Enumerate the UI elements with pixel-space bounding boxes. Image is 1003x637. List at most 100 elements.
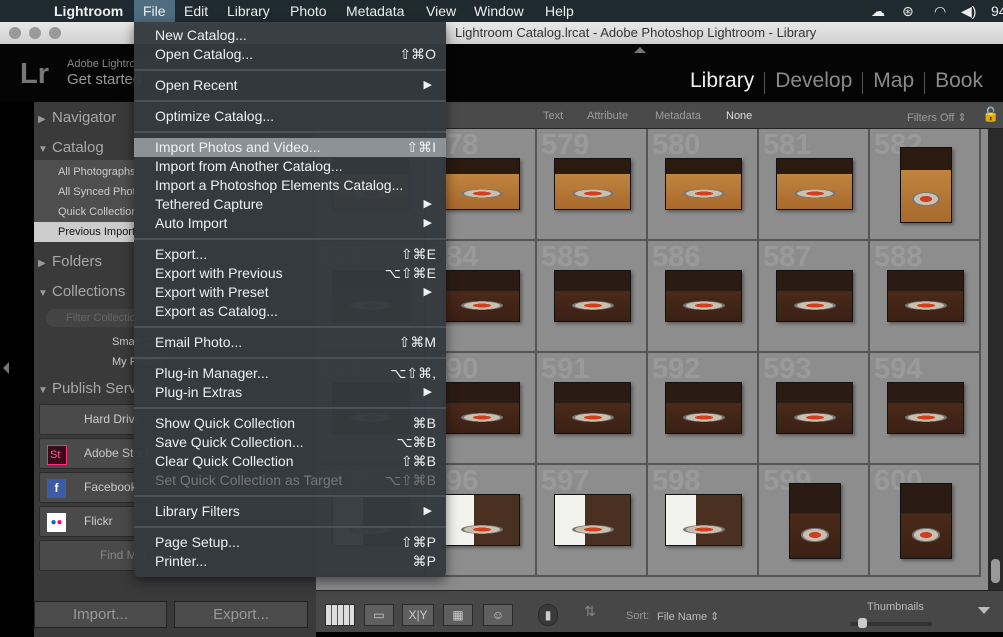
grid-cell[interactable]: 598 — [648, 465, 759, 577]
menu-item-export-with-preset[interactable]: Export with Preset ▶ — [134, 283, 446, 302]
filter-metadata[interactable]: Metadata — [655, 110, 701, 122]
minimize-window-button[interactable] — [29, 27, 41, 39]
photo-thumbnail[interactable] — [789, 483, 841, 559]
photo-thumbnail[interactable] — [443, 270, 520, 322]
publish-hard-drive[interactable]: Hard Drive — [39, 404, 149, 435]
photo-thumbnail[interactable] — [554, 270, 631, 322]
grid-cell[interactable]: 599 — [759, 465, 870, 577]
sort-dropdown[interactable]: File Name ⇕ — [657, 610, 719, 623]
menu-item-show-quick-collection[interactable]: Show Quick Collection ⌘B — [134, 414, 446, 433]
grid-cell[interactable]: 591 — [537, 353, 648, 465]
close-window-button[interactable] — [9, 27, 21, 39]
import-button[interactable]: Import... — [34, 601, 167, 628]
volume-icon[interactable]: ◀) — [952, 0, 985, 22]
filter-none[interactable]: None — [726, 110, 752, 122]
menu-item-email-photo[interactable]: Email Photo... ⇧⌘M — [134, 333, 446, 352]
photo-thumbnail[interactable] — [665, 158, 742, 210]
survey-view-icon[interactable]: ▦ — [443, 604, 473, 626]
find-more-services-button[interactable]: Find More — [39, 540, 149, 571]
photo-thumbnail[interactable] — [554, 494, 631, 546]
photo-thumbnail[interactable] — [443, 494, 520, 546]
grid-cell[interactable]: 597 — [537, 465, 648, 577]
catalog-item-all-synced[interactable]: All Synced Photographs — [34, 182, 134, 202]
grid-cell[interactable]: 587 — [759, 241, 870, 353]
painter-icon[interactable]: ▮ — [538, 604, 558, 626]
module-develop[interactable]: Develop — [765, 69, 862, 94]
sort-direction-icon[interactable]: ⇅ — [584, 603, 596, 620]
grid-view-icon[interactable] — [325, 604, 355, 626]
battery-percent[interactable]: 94 — [982, 0, 1003, 22]
photo-thumbnail[interactable] — [443, 158, 520, 210]
wifi-icon[interactable]: ◠ — [925, 0, 955, 22]
module-book[interactable]: Book — [925, 69, 993, 94]
lock-icon[interactable]: 🔓 — [982, 106, 999, 123]
menu-item-tethered-capture[interactable]: Tethered Capture ▶ — [134, 195, 446, 214]
apple-icon[interactable] — [12, 0, 30, 22]
menu-file[interactable]: File — [134, 0, 175, 22]
photo-thumbnail[interactable] — [900, 147, 952, 223]
catalog-item-previous-import[interactable]: Previous Import — [34, 222, 134, 242]
grid-cell[interactable]: 580 — [648, 129, 759, 241]
menu-item-export-as-catalog[interactable]: Export as Catalog... — [134, 302, 446, 321]
photo-thumbnail[interactable] — [776, 270, 853, 322]
photo-thumbnail[interactable] — [887, 382, 964, 434]
menu-item-export-with-previous[interactable]: Export with Previous ⌥⇧⌘E — [134, 264, 446, 283]
publish-flickr[interactable]: ●● Flickr — [39, 506, 149, 537]
export-button[interactable]: Export... — [174, 601, 308, 628]
grid-cell[interactable]: 600 — [870, 465, 981, 577]
menu-item-open-recent[interactable]: Open Recent ▶ — [134, 76, 446, 95]
photo-thumbnail[interactable] — [900, 483, 952, 559]
menu-edit[interactable]: Edit — [175, 0, 217, 22]
filter-collections-input[interactable]: Filter Collections — [46, 309, 146, 327]
menu-item-import-photos-and-video[interactable]: Import Photos and Video... ⇧⌘I — [134, 138, 446, 157]
filters-off-dropdown[interactable]: Filters Off ⇕ — [907, 111, 967, 124]
menu-item-printer[interactable]: Printer... ⌘P — [134, 552, 446, 571]
collapse-left-panel-icon[interactable] — [3, 362, 9, 374]
scrollbar-thumb[interactable] — [991, 559, 1000, 583]
menu-metadata[interactable]: Metadata — [337, 0, 413, 22]
publish-adobe-stock[interactable]: St Adobe Stock — [39, 438, 149, 469]
menu-item-plug-in-extras[interactable]: Plug-in Extras ▶ — [134, 383, 446, 402]
photo-thumbnail[interactable] — [776, 382, 853, 434]
menu-item-import-from-another-catalog[interactable]: Import from Another Catalog... — [134, 157, 446, 176]
grid-cell[interactable]: 588 — [870, 241, 981, 353]
photo-thumbnail[interactable] — [443, 382, 520, 434]
grid-cell[interactable]: 579 — [537, 129, 648, 241]
photo-thumbnail[interactable] — [554, 382, 631, 434]
grid-cell[interactable]: 586 — [648, 241, 759, 353]
publish-facebook[interactable]: f Facebook — [39, 472, 149, 503]
grid-cell[interactable]: 592 — [648, 353, 759, 465]
grid-scrollbar[interactable] — [988, 129, 1003, 590]
photo-thumbnail[interactable] — [776, 158, 853, 210]
menu-item-plug-in-manager[interactable]: Plug-in Manager... ⌥⇧⌘, — [134, 364, 446, 383]
menu-item-open-catalog[interactable]: Open Catalog... ⇧⌘O — [134, 45, 446, 64]
catalog-header[interactable]: ▼ Catalog — [38, 139, 104, 156]
slider-thumb[interactable] — [858, 618, 867, 628]
collections-header[interactable]: ▼ Collections — [38, 283, 125, 300]
menu-library[interactable]: Library — [218, 0, 279, 22]
folders-header[interactable]: ▶ Folders — [38, 253, 102, 270]
cloud-upload-icon[interactable]: ☁ — [862, 0, 894, 22]
photo-thumbnail[interactable] — [665, 494, 742, 546]
photo-thumbnail[interactable] — [665, 382, 742, 434]
grid-cell[interactable]: 582 — [870, 129, 981, 241]
navigator-header[interactable]: ▶ Navigator — [38, 109, 116, 126]
menu-window[interactable]: Window — [465, 0, 533, 22]
menu-photo[interactable]: Photo — [281, 0, 336, 22]
photo-thumbnail[interactable] — [887, 270, 964, 322]
loupe-view-icon[interactable]: ▭ — [364, 604, 394, 626]
photo-thumbnail[interactable] — [665, 270, 742, 322]
menu-item-export[interactable]: Export... ⇧⌘E — [134, 245, 446, 264]
thumbnail-size-slider[interactable] — [850, 618, 932, 628]
compare-view-icon[interactable]: X|Y — [402, 604, 434, 626]
menu-help[interactable]: Help — [536, 0, 583, 22]
menu-item-optimize-catalog[interactable]: Optimize Catalog... — [134, 107, 446, 126]
grid-cell[interactable]: 581 — [759, 129, 870, 241]
grid-cell[interactable]: 594 — [870, 353, 981, 465]
module-library[interactable]: Library — [680, 69, 764, 94]
menu-app[interactable]: Lightroom — [45, 0, 132, 22]
photo-thumbnail[interactable] — [554, 158, 631, 210]
menu-item-save-quick-collection[interactable]: Save Quick Collection... ⌥⌘B — [134, 433, 446, 452]
zoom-window-button[interactable] — [49, 27, 61, 39]
collapse-top-panel-icon[interactable] — [634, 47, 646, 53]
